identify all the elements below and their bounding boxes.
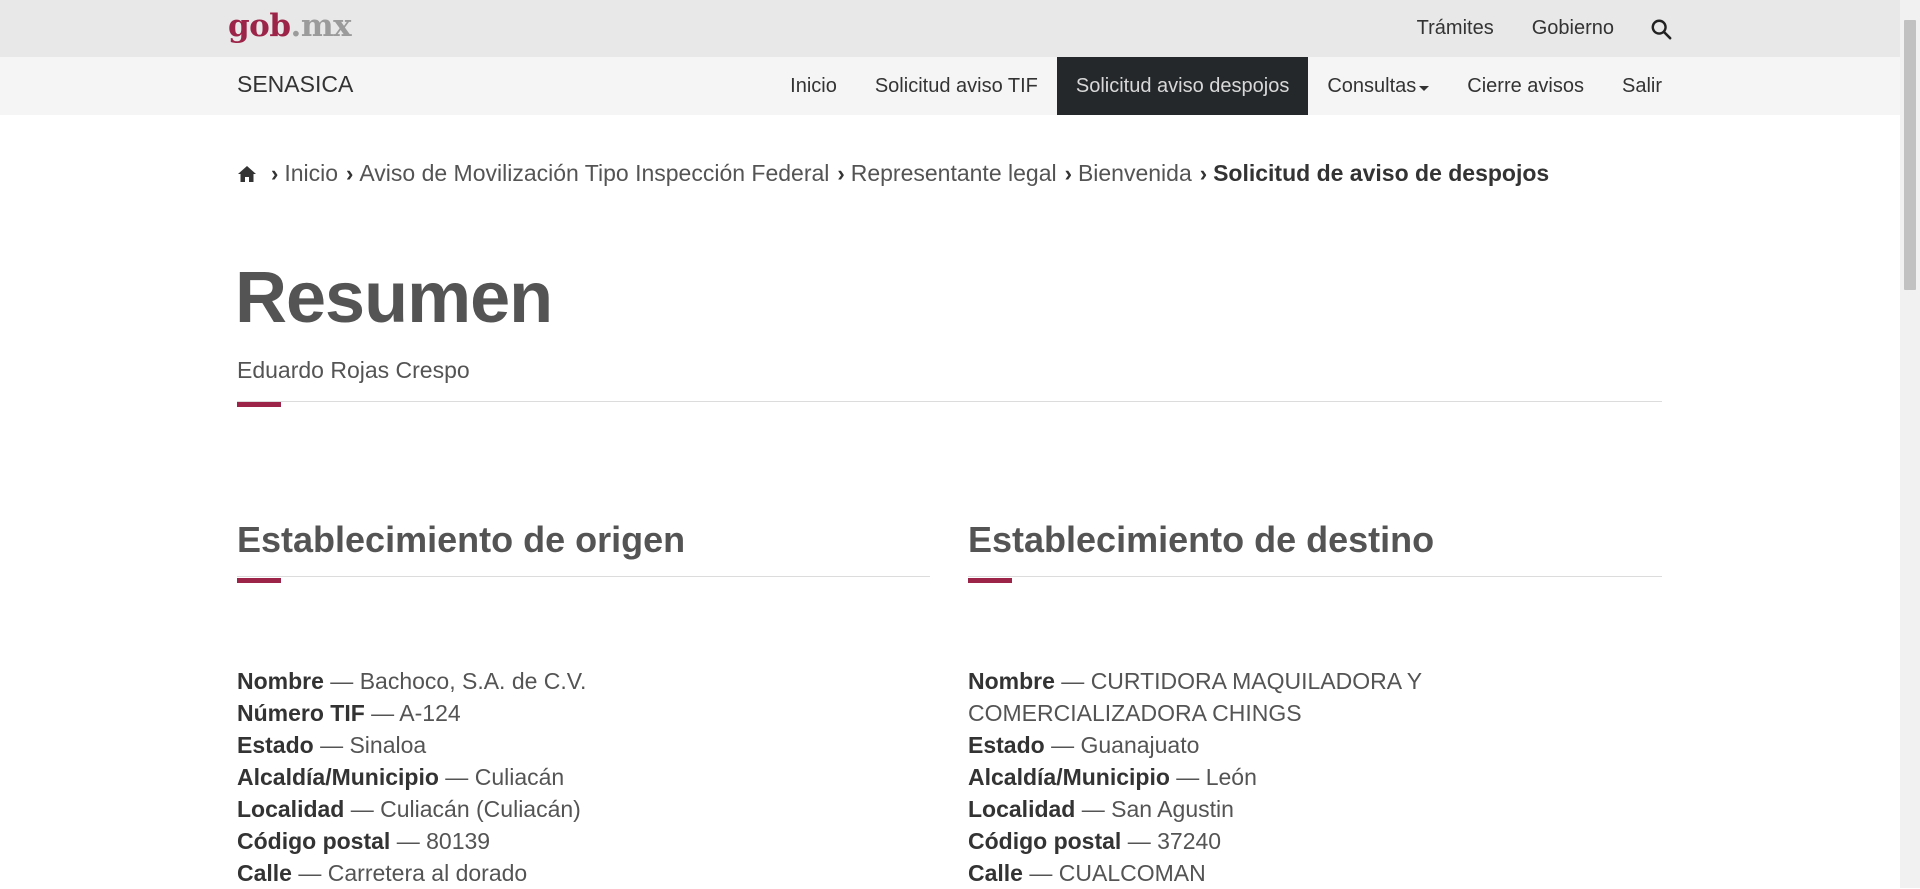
origen-fields: Nombre — Bachoco, S.A. de C.V. Número TI… xyxy=(237,665,930,889)
field-row: Localidad — San Agustin xyxy=(968,796,1234,822)
nav-menu: Inicio Solicitud aviso TIF Solicitud avi… xyxy=(771,57,1662,115)
logo-text-mx: .mx xyxy=(290,8,352,44)
nav-inicio[interactable]: Inicio xyxy=(771,57,856,115)
chevron-right-icon: › xyxy=(346,160,354,186)
field-value: Guanajuato xyxy=(1080,732,1200,758)
chevron-right-icon: › xyxy=(837,160,845,186)
vertical-scrollbar[interactable] xyxy=(1900,0,1920,888)
field-value: Carretera al dorado xyxy=(327,860,528,886)
topbar-links: Trámites Gobierno xyxy=(1379,0,1900,57)
chevron-right-icon: › xyxy=(271,160,279,186)
gobmx-logo[interactable]: gob.mx xyxy=(228,8,352,44)
logo-text-gob: gob xyxy=(228,8,291,44)
field-value: León xyxy=(1205,764,1257,790)
gobmx-topbar: gob.mx Trámites Gobierno xyxy=(0,0,1900,57)
field-key: Nombre xyxy=(237,668,324,694)
field-key: Calle xyxy=(237,860,292,886)
nav-solicitud-aviso-despojos[interactable]: Solicitud aviso despojos xyxy=(1056,57,1309,115)
destino-section-title: Establecimiento de destino xyxy=(968,519,1435,560)
scrollbar-thumb[interactable] xyxy=(1904,20,1916,290)
destino-fields: Nombre — CURTIDORA MAQUILADORA Y COMERCI… xyxy=(968,665,1628,889)
field-key: Código postal xyxy=(237,828,391,854)
field-row: Alcaldía/Municipio — Culiacán xyxy=(237,764,565,790)
nav-consultas-dropdown[interactable]: Consultas xyxy=(1308,57,1448,115)
field-row: Número TIF — A-124 xyxy=(237,700,461,726)
field-row: Calle — CUALCOMAN xyxy=(968,860,1206,886)
field-value: San Agustin xyxy=(1111,796,1234,822)
field-row: Código postal — 37240 xyxy=(968,828,1222,854)
link-tramites[interactable]: Trámites xyxy=(1417,17,1494,40)
title-divider xyxy=(237,401,1662,402)
field-value: Culiacán xyxy=(474,764,565,790)
field-row: Código postal — 80139 xyxy=(237,828,491,854)
field-key: Alcaldía/Municipio xyxy=(968,764,1170,790)
field-key: Calle xyxy=(968,860,1023,886)
home-icon[interactable] xyxy=(237,164,257,184)
link-gobierno[interactable]: Gobierno xyxy=(1532,17,1614,40)
field-value: Sinaloa xyxy=(349,732,427,758)
nav-solicitud-aviso-tif[interactable]: Solicitud aviso TIF xyxy=(856,57,1057,115)
field-row: Calle — Carretera al dorado xyxy=(237,860,528,886)
nav-cierre-avisos[interactable]: Cierre avisos xyxy=(1448,57,1603,115)
origen-accent-bar xyxy=(237,578,281,583)
main-navbar: SENASICA Inicio Solicitud aviso TIF Soli… xyxy=(0,57,1900,115)
chevron-right-icon: › xyxy=(1064,160,1072,186)
breadcrumb: › Inicio › Aviso de Movilización Tipo In… xyxy=(237,160,1549,187)
destino-accent-bar xyxy=(968,578,1012,583)
field-key: Estado xyxy=(237,732,314,758)
page-subtitle-user: Eduardo Rojas Crespo xyxy=(237,357,470,383)
field-key: Estado xyxy=(968,732,1045,758)
field-row: Nombre — Bachoco, S.A. de C.V. xyxy=(237,668,587,694)
page-title: Resumen xyxy=(235,258,553,338)
field-key: Código postal xyxy=(968,828,1122,854)
field-key: Localidad xyxy=(237,796,345,822)
caret-down-icon xyxy=(1419,85,1430,91)
field-key: Número TIF xyxy=(237,700,365,726)
origen-divider xyxy=(237,576,930,577)
breadcrumb-current: Solicitud de aviso de despojos xyxy=(1213,160,1550,186)
field-row: Alcaldía/Municipio — León xyxy=(968,764,1257,790)
field-key: Localidad xyxy=(968,796,1076,822)
breadcrumb-inicio[interactable]: Inicio xyxy=(284,160,338,187)
field-row: Estado — Guanajuato xyxy=(968,732,1200,758)
field-value: Culiacán (Culiacán) xyxy=(380,796,581,822)
field-row: Estado — Sinaloa xyxy=(237,732,427,758)
title-accent-bar xyxy=(237,402,281,407)
breadcrumb-representante-legal[interactable]: Representante legal xyxy=(851,160,1057,187)
field-row: Localidad — Culiacán (Culiacán) xyxy=(237,796,581,822)
brand-senasica[interactable]: SENASICA xyxy=(237,71,353,98)
breadcrumb-aviso-movilizacion[interactable]: Aviso de Movilización Tipo Inspección Fe… xyxy=(359,160,829,187)
field-value: Bachoco, S.A. de C.V. xyxy=(359,668,587,694)
field-value: 37240 xyxy=(1157,828,1222,854)
field-value: A-124 xyxy=(399,700,461,726)
breadcrumb-bienvenida[interactable]: Bienvenida xyxy=(1078,160,1192,187)
field-value: CUALCOMAN xyxy=(1058,860,1206,886)
field-row: Nombre — CURTIDORA MAQUILADORA Y COMERCI… xyxy=(968,668,1422,726)
nav-consultas-label: Consultas xyxy=(1327,74,1417,97)
chevron-right-icon: › xyxy=(1199,160,1208,186)
field-key: Nombre xyxy=(968,668,1055,694)
destino-divider xyxy=(968,576,1662,577)
search-icon[interactable] xyxy=(1650,18,1672,40)
field-value: 80139 xyxy=(426,828,491,854)
origen-section-title: Establecimiento de origen xyxy=(237,519,686,560)
nav-salir[interactable]: Salir xyxy=(1603,57,1662,115)
field-key: Alcaldía/Municipio xyxy=(237,764,439,790)
